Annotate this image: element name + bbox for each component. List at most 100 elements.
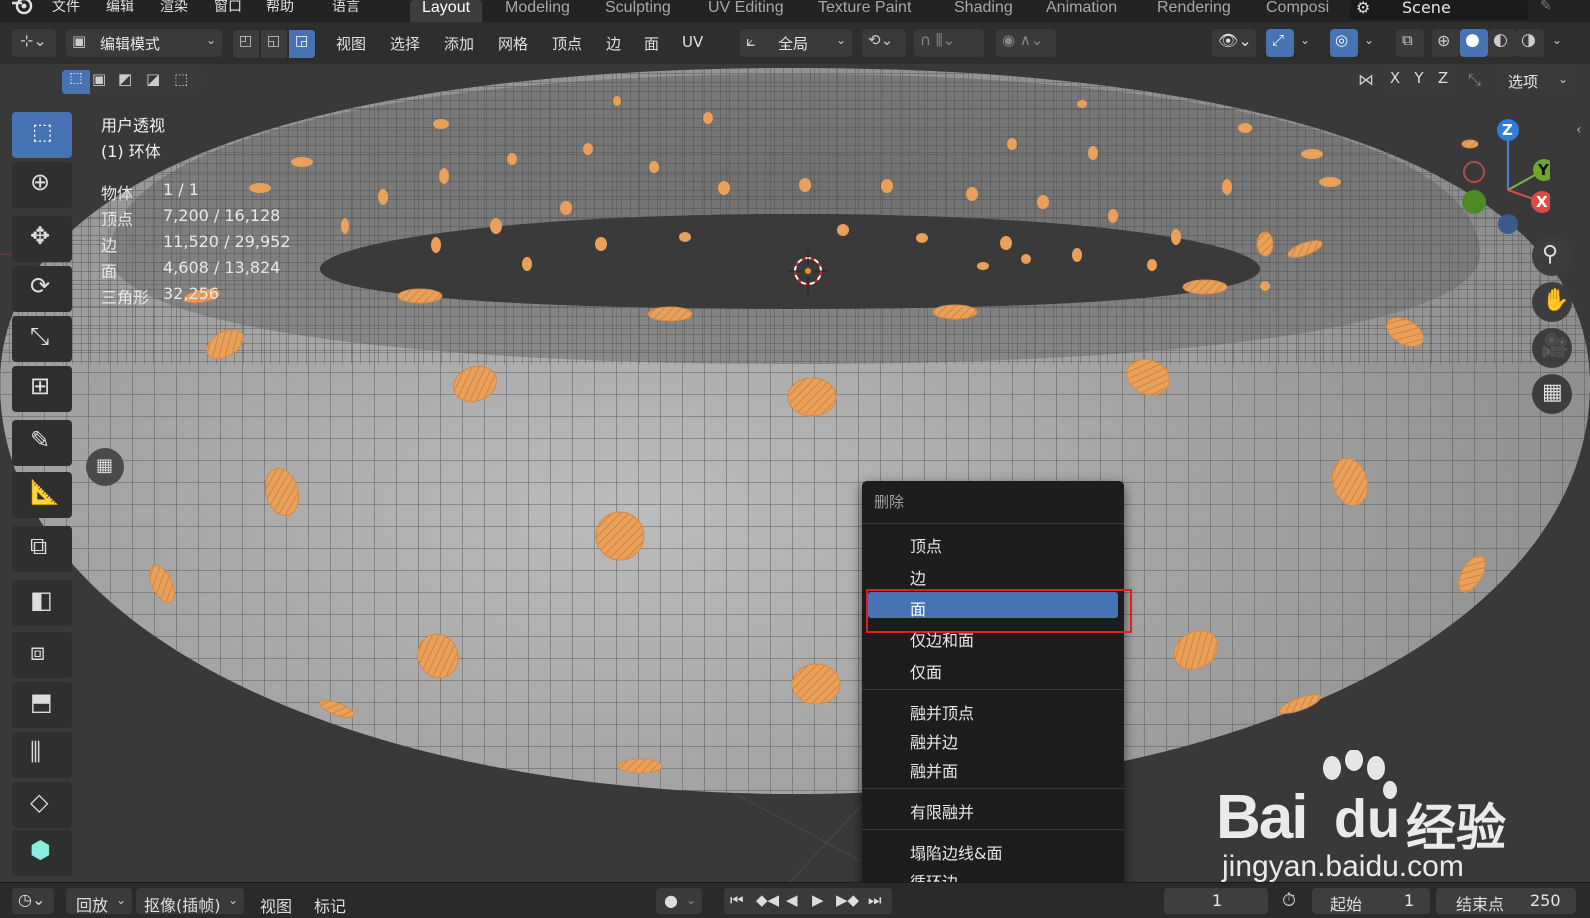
chevron-left-icon[interactable]: ‹ bbox=[1576, 122, 1582, 138]
tool-select-box[interactable]: ⬚ bbox=[12, 112, 72, 158]
mirror-z-toggle[interactable]: Z bbox=[1432, 68, 1454, 92]
xray-toggle[interactable]: ⧉ bbox=[1396, 29, 1424, 57]
options-dropdown[interactable]: 选项 ⌄ bbox=[1500, 68, 1572, 94]
snap-toggle[interactable]: ∩ ⫼⌄ bbox=[914, 29, 984, 57]
mirror-x-toggle[interactable]: X bbox=[1384, 68, 1406, 92]
tab-texture-paint[interactable]: Texture Paint bbox=[806, 0, 923, 22]
editor-type-button[interactable]: ⊹⌄ bbox=[12, 29, 56, 57]
current-frame-field[interactable]: 1 bbox=[1164, 888, 1268, 914]
navigation-gizmo[interactable] bbox=[1440, 114, 1550, 234]
playback-dropdown[interactable]: 回放 ⌄ bbox=[66, 888, 132, 915]
menu-window[interactable]: 窗口 bbox=[214, 0, 242, 22]
chevron-down-icon[interactable]: ⌄ bbox=[1364, 33, 1374, 47]
menu-mesh[interactable]: 网格 bbox=[498, 33, 528, 54]
tab-animation[interactable]: Animation bbox=[1034, 0, 1129, 22]
chevron-down-icon[interactable]: ⌄ bbox=[1300, 33, 1310, 47]
pivot-point-dropdown[interactable]: ⟲⌄ bbox=[862, 29, 906, 57]
tool-rotate[interactable]: ⟳ bbox=[12, 266, 72, 312]
tool-scale[interactable]: ⤡ bbox=[12, 316, 72, 362]
shading-rendered[interactable]: ◑ bbox=[1516, 29, 1544, 57]
tab-sculpting[interactable]: Sculpting bbox=[593, 0, 683, 22]
timeline-marker-menu[interactable]: 标记 bbox=[314, 893, 346, 917]
menu-item-edges[interactable]: 边 bbox=[910, 565, 926, 589]
proportional-edit-toggle[interactable]: ◉ ∧⌄ bbox=[996, 29, 1056, 57]
pan-button[interactable]: ✋ bbox=[1532, 282, 1572, 322]
blender-logo-icon[interactable] bbox=[10, 0, 34, 18]
select-intersect-icon[interactable]: ⬚ bbox=[174, 70, 188, 88]
tab-rendering[interactable]: Rendering bbox=[1145, 0, 1243, 22]
start-frame-field[interactable]: 起始 1 bbox=[1312, 888, 1430, 914]
mode-dropdown[interactable]: ▣ 编辑模式 ⌄ bbox=[66, 29, 222, 57]
select-extend-icon[interactable]: ▣ bbox=[92, 70, 106, 88]
tool-loop-cut[interactable]: ⫼ bbox=[12, 732, 72, 778]
tab-layout[interactable]: Layout bbox=[410, 0, 483, 22]
zoom-button[interactable]: ⚲ bbox=[1532, 236, 1572, 276]
face-select-mode[interactable]: ◲ bbox=[288, 29, 316, 59]
menu-vertex[interactable]: 顶点 bbox=[552, 33, 582, 54]
next-keyframe-icon[interactable]: ▶◆ bbox=[836, 891, 859, 909]
tool-add-cube[interactable]: ⧉ bbox=[12, 526, 72, 572]
tab-modeling[interactable]: Modeling bbox=[493, 0, 582, 22]
menu-item-dissolve-faces[interactable]: 融并面 bbox=[910, 758, 958, 782]
menu-language[interactable]: 语言 bbox=[332, 0, 360, 22]
menu-item-dissolve-vertices[interactable]: 融并顶点 bbox=[910, 700, 974, 724]
timeline-editor-type[interactable]: ◷⌄ bbox=[12, 888, 54, 914]
menu-item-only-faces[interactable]: 仅面 bbox=[910, 659, 942, 683]
menu-uv[interactable]: UV bbox=[682, 33, 703, 51]
menu-item-dissolve-edges[interactable]: 融并边 bbox=[910, 729, 958, 753]
camera-view-button[interactable]: 🎥 bbox=[1532, 328, 1572, 368]
tab-uv-editing[interactable]: UV Editing bbox=[696, 0, 796, 22]
end-frame-field[interactable]: 结束点 250 bbox=[1436, 888, 1576, 914]
tool-inset[interactable]: ⧈ bbox=[12, 632, 72, 678]
shading-material[interactable]: ◐ bbox=[1488, 29, 1516, 57]
tab-shading[interactable]: Shading bbox=[942, 0, 1025, 22]
edge-select-mode[interactable]: ◱ bbox=[260, 29, 288, 59]
jump-end-icon[interactable]: ⏭ bbox=[868, 891, 882, 909]
menu-edit[interactable]: 编辑 bbox=[106, 0, 134, 22]
keying-dropdown[interactable]: 抠像(插帧) ⌄ bbox=[136, 888, 244, 915]
menu-item-vertices[interactable]: 顶点 bbox=[910, 533, 942, 557]
transform-orientation-dropdown[interactable]: ⟀ 全局 ⌄ bbox=[740, 29, 852, 57]
gizmo-toggle[interactable]: ⤢ bbox=[1266, 29, 1294, 57]
tool-bevel[interactable]: ⬒ bbox=[12, 682, 72, 728]
tool-knife[interactable]: ◇ bbox=[12, 782, 72, 828]
chevron-down-icon[interactable]: ⌄ bbox=[1552, 33, 1562, 47]
menu-render[interactable]: 渲染 bbox=[160, 0, 188, 22]
menu-add[interactable]: 添加 bbox=[444, 33, 474, 54]
tool-measure[interactable]: 📐 bbox=[12, 472, 72, 518]
stopwatch-icon[interactable]: ⏱ bbox=[1282, 890, 1296, 911]
menu-select[interactable]: 选择 bbox=[390, 33, 420, 54]
shading-solid[interactable]: ● bbox=[1460, 29, 1488, 57]
select-invert-icon[interactable]: ◪ bbox=[146, 70, 160, 88]
select-new-icon[interactable]: ⬚ bbox=[62, 70, 90, 94]
play-reverse-icon[interactable]: ◀ bbox=[786, 891, 798, 909]
menu-file[interactable]: 文件 bbox=[52, 0, 80, 22]
select-subtract-icon[interactable]: ◩ bbox=[118, 70, 132, 88]
tool-poly-build[interactable]: ⬢ bbox=[12, 830, 72, 876]
menu-item-collapse-edges-faces[interactable]: 塌陷边线&面 bbox=[910, 840, 1002, 864]
menu-help[interactable]: 帮助 bbox=[266, 0, 294, 22]
menu-item-only-edges-faces[interactable]: 仅边和面 bbox=[910, 627, 974, 651]
overlays-toggle[interactable]: ◎ bbox=[1330, 29, 1358, 57]
menu-item-limited-dissolve[interactable]: 有限融并 bbox=[910, 799, 974, 823]
menu-view[interactable]: 视图 bbox=[336, 33, 366, 54]
tool-move[interactable]: ✥ bbox=[12, 216, 72, 262]
vertex-select-mode[interactable]: ◰ bbox=[232, 29, 260, 59]
auto-keying-toggle[interactable]: ● ⌄ bbox=[656, 888, 702, 914]
jump-start-icon[interactable]: ⏮ bbox=[730, 891, 744, 909]
visibility-dropdown[interactable]: 👁⌄ bbox=[1212, 29, 1256, 57]
perspective-toggle-button[interactable]: ▦ bbox=[1532, 374, 1572, 414]
menu-edge[interactable]: 边 bbox=[606, 33, 621, 54]
mirror-y-toggle[interactable]: Y bbox=[1408, 68, 1430, 92]
tool-annotate[interactable]: ✎ bbox=[12, 420, 72, 466]
tool-cursor[interactable]: ⊕ bbox=[12, 162, 72, 208]
toggle-toolbar-button[interactable]: ▦ bbox=[86, 448, 124, 486]
scene-selector[interactable]: ⚙ Scene bbox=[1350, 0, 1528, 20]
prev-keyframe-icon[interactable]: ◆◀ bbox=[756, 891, 779, 909]
play-icon[interactable]: ▶ bbox=[812, 891, 824, 909]
shading-wireframe[interactable]: ⊕ bbox=[1432, 29, 1460, 57]
timeline-view-menu[interactable]: 视图 bbox=[260, 893, 292, 917]
topology-mirror-icon[interactable]: ⤡ bbox=[1468, 70, 1481, 90]
menu-face[interactable]: 面 bbox=[644, 33, 659, 54]
tool-transform[interactable]: ⊞ bbox=[12, 366, 72, 412]
